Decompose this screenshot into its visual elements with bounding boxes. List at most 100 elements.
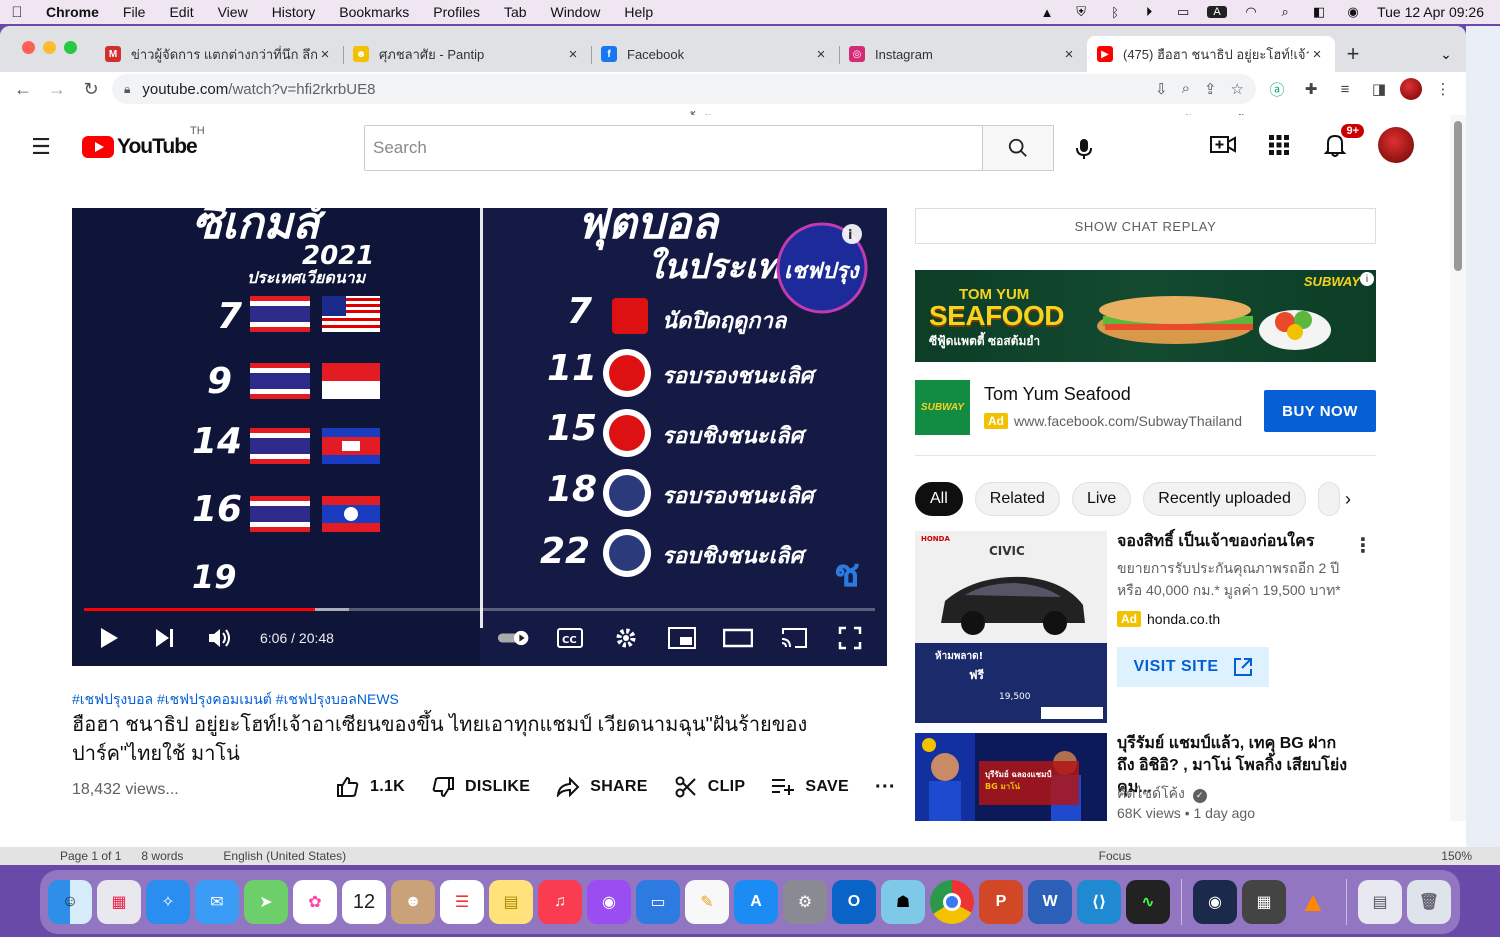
menu-profiles[interactable]: Profiles [421, 4, 492, 20]
bookmark-star-icon[interactable]: ☆ [1231, 80, 1244, 98]
shield-icon[interactable]: ⛨ [1071, 4, 1091, 20]
battery-icon[interactable]: ▭ [1173, 4, 1193, 20]
view-count[interactable]: 18,432 views... [72, 781, 179, 799]
menu-view[interactable]: View [206, 4, 260, 20]
figure-icon[interactable]: ▲ [1037, 5, 1057, 20]
chrome-menu-icon[interactable]: ⋮ [1430, 80, 1456, 98]
bluetooth-icon[interactable]: ᛒ [1105, 5, 1125, 20]
volume-button[interactable] [204, 621, 238, 655]
pages-icon[interactable]: ✎ [685, 880, 729, 924]
install-app-icon[interactable]: ⇩ [1155, 80, 1168, 98]
promoted-video-honda[interactable]: HONDA CIVIC ห้ามพลาด! ฟรี 19,500 จองสิทธ… [915, 531, 1375, 725]
share-button[interactable]: SHARE [556, 775, 648, 799]
maps-icon[interactable]: ➤ [244, 880, 288, 924]
trash-icon[interactable]: 🗑︎ [1407, 880, 1451, 924]
rec-site[interactable]: honda.co.th [1147, 611, 1220, 627]
address-bar[interactable]: 🔒︎ youtube.com/watch?v=hfi2rkrbUE8 ⇩ ⌕ ⇪… [112, 74, 1256, 104]
save-button[interactable]: SAVE [771, 775, 849, 799]
minimize-window-button[interactable] [43, 41, 56, 54]
extension-a-icon[interactable]: ⓐ [1264, 79, 1290, 100]
vscode-icon[interactable]: ⟨⟩ [1077, 880, 1121, 924]
buy-now-button[interactable]: BUY NOW [1264, 390, 1376, 432]
music-icon[interactable]: ♫ [538, 880, 582, 924]
lock-icon[interactable]: 🔒︎ [124, 82, 130, 97]
scrollbar-thumb[interactable] [1454, 121, 1462, 271]
browser-tab-2[interactable]: ☻ ศุภชลาศัย - Pantip × [343, 36, 591, 72]
spotlight-search-icon[interactable]: ⌕ [1275, 4, 1295, 20]
chevron-right-icon[interactable]: › [1336, 487, 1360, 511]
tab-search-chevron-icon[interactable]: ⌄ [1426, 36, 1466, 72]
visit-site-button[interactable]: VISIT SITE [1117, 647, 1269, 687]
menu-history[interactable]: History [260, 4, 328, 20]
tab-close-icon[interactable]: × [1061, 46, 1077, 63]
vlc-icon[interactable]: ▲ [1291, 880, 1335, 924]
youtube-logo[interactable]: YouTube TH [82, 125, 222, 159]
rec-title[interactable]: จองสิทธิ์ เป็นเจ้าของก่อนใคร [1117, 531, 1353, 553]
apple-menu-icon[interactable]:  [0, 4, 34, 21]
siri-icon[interactable]: ◉ [1343, 4, 1363, 20]
tab-close-icon[interactable]: × [565, 46, 581, 63]
launchpad-icon[interactable]: ▦ [97, 880, 141, 924]
voice-search-button[interactable] [1066, 131, 1102, 167]
new-tab-button[interactable]: + [1335, 36, 1371, 72]
wifi-icon[interactable]: ◠ [1241, 4, 1261, 20]
browser-tab-5[interactable]: ▶ (475) ฮือฮา ชนาธิป อยู่ยะโฮท์!เจ้า × [1087, 36, 1335, 72]
downloads-stack-icon[interactable]: ▤ [1358, 880, 1402, 924]
chrome-icon[interactable] [930, 880, 974, 924]
safari-icon[interactable]: ✧ [146, 880, 190, 924]
profile-avatar[interactable] [1400, 78, 1422, 100]
calculator-icon[interactable]: ▦ [1242, 880, 1286, 924]
side-panel-icon[interactable]: ◨ [1366, 80, 1392, 98]
autoplay-toggle[interactable] [497, 621, 531, 655]
clip-button[interactable]: CLIP [674, 775, 746, 799]
background-word-window[interactable] [1466, 26, 1500, 847]
powerpoint-icon[interactable]: P [979, 880, 1023, 924]
video-hashtags[interactable]: #เชฟปรุงบอล #เชฟปรุงคอมเมนต์ #เชฟปรุงบอล… [72, 689, 399, 711]
keynote-icon[interactable]: ▭ [636, 880, 680, 924]
extensions-puzzle-icon[interactable]: ✚ [1298, 80, 1324, 98]
guide-menu-icon[interactable]: ☰ [16, 127, 66, 167]
create-video-button[interactable] [1210, 132, 1236, 158]
theater-mode-button[interactable] [721, 621, 755, 655]
reading-list-icon[interactable]: ≡ [1332, 81, 1358, 98]
search-button[interactable] [982, 125, 1054, 171]
more-options-icon[interactable]: ⋮ [1353, 533, 1373, 558]
search-input[interactable]: Search [364, 125, 982, 171]
menu-tab[interactable]: Tab [492, 4, 539, 20]
input-source-icon[interactable]: A [1207, 6, 1228, 18]
chip-live[interactable]: Live [1071, 482, 1132, 516]
zoom-icon[interactable]: ⌕ [1182, 80, 1190, 98]
tab-close-icon[interactable]: × [813, 46, 829, 63]
browser-tab-4[interactable]: ◎ Instagram × [839, 36, 1087, 72]
miniplayer-button[interactable] [665, 621, 699, 655]
word-page-count[interactable]: Page 1 of 1 [0, 849, 131, 863]
menu-bookmarks[interactable]: Bookmarks [327, 4, 421, 20]
browser-tab-3[interactable]: f Facebook × [591, 36, 839, 72]
share-icon[interactable]: ⇪ [1204, 80, 1217, 98]
calendar-icon[interactable]: 12 [342, 880, 386, 924]
notes-icon[interactable]: ▤ [489, 880, 533, 924]
word-focus[interactable]: Focus [1089, 849, 1142, 863]
account-avatar[interactable] [1378, 127, 1414, 163]
rec-video-buriram[interactable]: บุรีรัมย์ ฉลองแชมป์ BG มาโน่ บุรีรัมย์ แ… [915, 733, 1375, 821]
menu-file[interactable]: File [111, 4, 158, 20]
reminders-icon[interactable]: ☰ [440, 880, 484, 924]
fullscreen-button[interactable] [833, 621, 867, 655]
menu-help[interactable]: Help [612, 4, 665, 20]
more-actions-button[interactable]: ··· [875, 776, 896, 799]
back-button[interactable]: ← [10, 76, 36, 102]
chip-related[interactable]: Related [974, 482, 1060, 516]
steam-icon[interactable]: ◉ [1193, 880, 1237, 924]
cast-button[interactable] [777, 621, 811, 655]
menu-app-name[interactable]: Chrome [34, 4, 111, 20]
menu-window[interactable]: Window [539, 4, 613, 20]
captions-button[interactable]: CC [553, 621, 587, 655]
chip-recently-uploaded[interactable]: Recently uploaded [1143, 482, 1306, 516]
contacts-icon[interactable]: ☻ [391, 880, 435, 924]
control-center-icon[interactable]: ◧ [1309, 4, 1329, 20]
next-button[interactable] [148, 621, 182, 655]
system-preferences-icon[interactable]: ⚙ [783, 880, 827, 924]
subway-banner-ad[interactable]: TOM YUM SEAFOOD ซีฟู้ดแพตตี้ ซอสต้มยำ SU… [915, 270, 1376, 362]
apps-grid-button[interactable] [1266, 132, 1292, 158]
kindle-icon[interactable]: ☗ [881, 880, 925, 924]
